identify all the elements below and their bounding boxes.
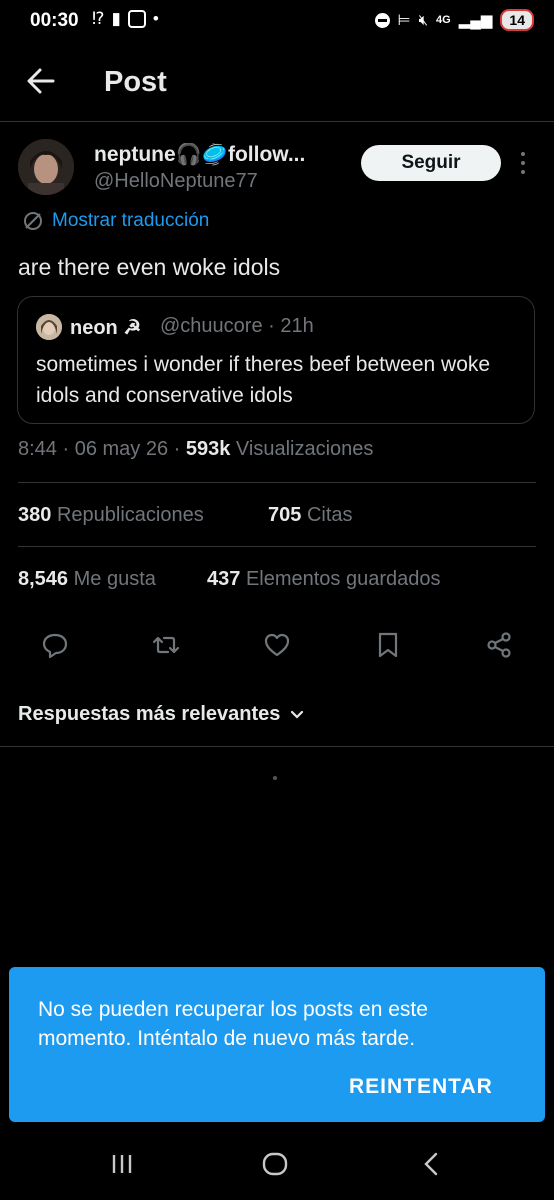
lock-icon: ▮: [111, 9, 121, 28]
dot-icon: •: [152, 9, 159, 28]
avatar[interactable]: [18, 139, 74, 195]
home-button[interactable]: [262, 1152, 288, 1181]
bookmarks-count: 437: [207, 568, 241, 590]
quote-avatar: [36, 314, 62, 340]
error-toast: No se pueden recuperar los posts en este…: [9, 967, 545, 1122]
bookmark-button[interactable]: [373, 630, 403, 660]
translate-link[interactable]: Mostrar traducción: [22, 210, 209, 232]
recent-apps-icon: [112, 1155, 132, 1173]
recent-apps-button[interactable]: [110, 1153, 134, 1180]
replies-sort-label: Respuestas más relevantes: [18, 703, 281, 725]
likes-stat[interactable]: 8,546 Me gusta: [18, 568, 156, 591]
replies-divider: [0, 746, 554, 747]
toast-message: No se pueden recuperar los posts en este…: [38, 998, 428, 1050]
page-title: Post: [104, 66, 167, 98]
retry-button[interactable]: REINTENTAR: [349, 1075, 493, 1099]
reply-icon: [42, 633, 68, 659]
reposts-count: 380: [18, 504, 52, 526]
status-right-icons: ⊨ 🔇︎ 4G ▂▄▆ 14: [374, 9, 534, 31]
instagram-icon: [127, 10, 146, 28]
like-button[interactable]: [262, 630, 292, 660]
sleep-icon: ⊨: [397, 12, 411, 29]
views-count: 593k: [185, 438, 231, 460]
avatar-image: [18, 139, 74, 195]
reposts-label: Republicaciones: [56, 504, 204, 526]
meta-divider: [18, 482, 536, 483]
signal-icon: ▂▄▆: [458, 12, 493, 29]
translate-icon: [24, 212, 42, 230]
author-handle[interactable]: @HelloNeptune77: [94, 170, 258, 193]
more-options-icon[interactable]: [518, 150, 528, 176]
status-bar: 00:30 ⁉ ▮ • ⊨ 🔇︎ 4G ▂▄▆ 14: [0, 0, 554, 46]
quote-handle-time: @chuucore · 21h: [160, 315, 314, 337]
back-button[interactable]: [26, 64, 56, 98]
loading-indicator: [273, 776, 277, 780]
post-text: are there even woke idols: [18, 254, 281, 280]
share-button[interactable]: [484, 630, 514, 660]
likes-label: Me gusta: [73, 568, 156, 590]
quotes-stat[interactable]: 705 Citas: [268, 504, 353, 527]
reply-button[interactable]: [40, 630, 70, 660]
views-label: Visualizaciones: [230, 438, 374, 460]
status-time: 00:30: [30, 10, 79, 31]
bookmark-icon: [378, 632, 398, 658]
quotes-label: Citas: [306, 504, 353, 526]
quote-author-name: neon ☭: [70, 317, 142, 339]
bookmarks-stat[interactable]: 437 Elementos guardados: [207, 568, 441, 591]
home-icon: [262, 1152, 288, 1176]
chevron-down-icon: [291, 710, 304, 719]
arrow-left-icon: [27, 68, 55, 94]
replies-sort-dropdown[interactable]: Respuestas más relevantes: [18, 703, 304, 726]
reposts-stat[interactable]: 380 Republicaciones: [18, 504, 204, 527]
likes-count: 8,546: [18, 568, 69, 590]
battery-indicator: 14: [500, 9, 534, 31]
bookmarks-label: Elementos guardados: [245, 568, 441, 590]
post-meta: 8:44 · 06 may 26 · 593k Visualizaciones: [18, 438, 373, 461]
back-nav-icon: [424, 1152, 438, 1176]
back-nav-button[interactable]: [422, 1152, 440, 1181]
dnd-icon: [374, 12, 390, 28]
translate-label: Mostrar traducción: [52, 210, 210, 231]
share-icon: [487, 632, 511, 658]
quoted-post[interactable]: neon ☭ @chuucore · 21h sometimes i wonde…: [17, 296, 535, 424]
mute-icon: 🔇︎: [418, 11, 429, 29]
notification-icon: ⁉: [92, 9, 105, 28]
quote-text: sometimes i wonder if theres beef betwee…: [36, 353, 491, 407]
stats-divider: [18, 546, 536, 547]
repost-button[interactable]: [151, 630, 181, 660]
header-divider: [0, 121, 554, 122]
follow-button[interactable]: Seguir: [361, 145, 501, 181]
system-nav-bar: [0, 1128, 554, 1200]
network-label: 4G: [436, 14, 451, 26]
repost-icon: [152, 636, 180, 654]
quotes-count: 705: [268, 504, 302, 526]
status-left-icons: ⁉ ▮ •: [92, 9, 159, 29]
author-name[interactable]: neptune🎧🥏follow...: [94, 143, 334, 167]
like-icon: [264, 633, 290, 657]
post-timestamp: 8:44 · 06 may 26 ·: [18, 438, 186, 460]
